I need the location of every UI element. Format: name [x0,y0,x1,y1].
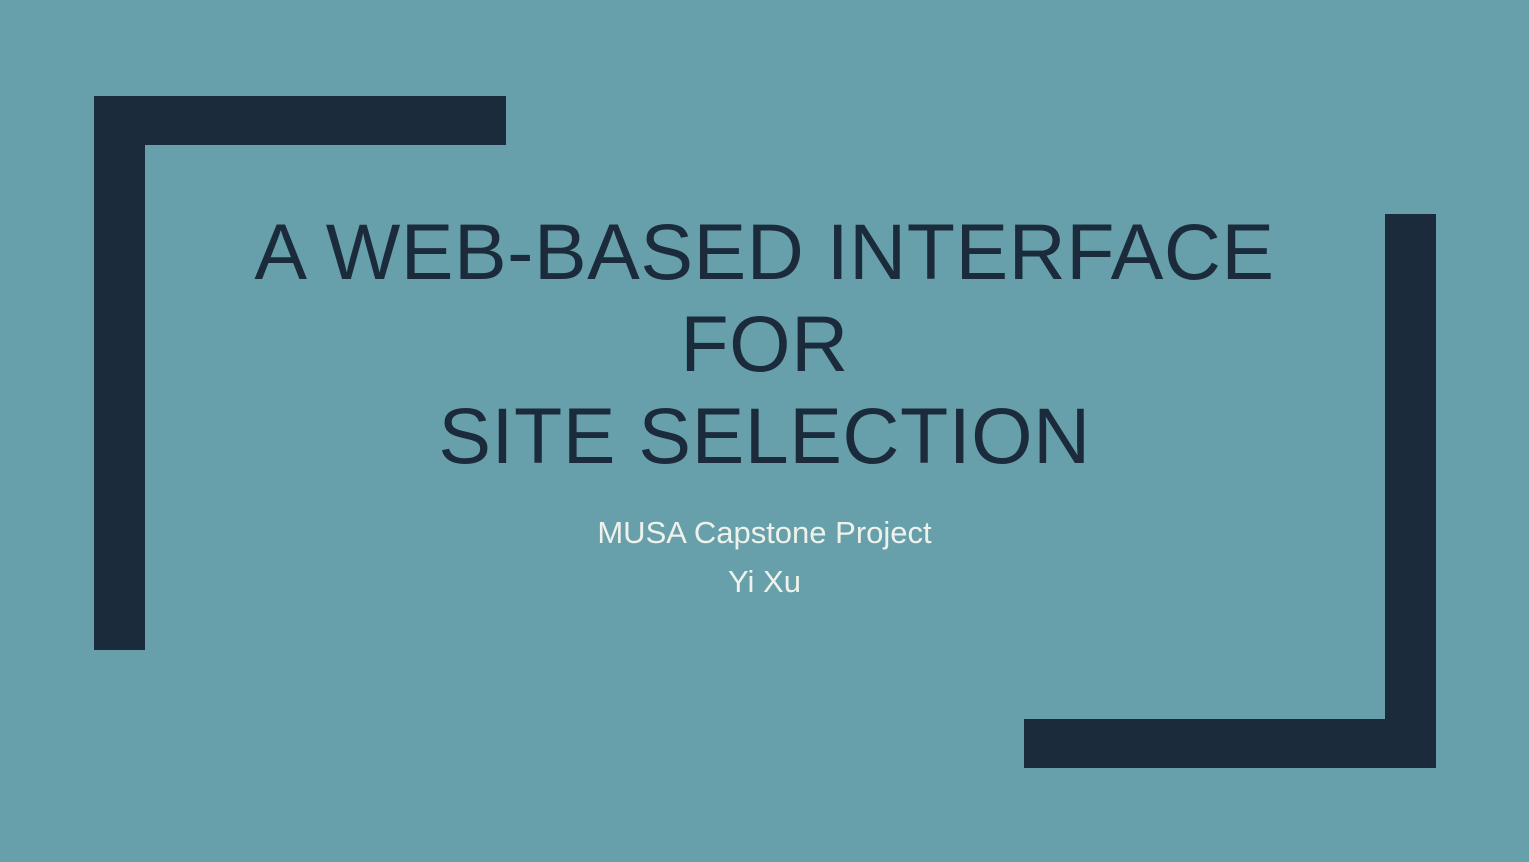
bottom-right-bracket-horizontal [1024,719,1436,768]
subtitle-author: Yi Xu [728,564,801,599]
title-line-3: SITE SELECTION [438,391,1091,480]
top-left-bracket-horizontal [94,96,506,145]
title-line-1: A WEB-BASED INTERFACE [254,207,1275,296]
slide-subtitle: MUSA Capstone Project Yi Xu [400,508,1129,606]
title-slide: A WEB-BASED INTERFACE FOR SITE SELECTION… [0,0,1529,862]
title-line-2: FOR [680,299,849,388]
bottom-right-bracket-vertical [1385,214,1436,768]
subtitle-project: MUSA Capstone Project [597,515,932,550]
slide-title: A WEB-BASED INTERFACE FOR SITE SELECTION [200,206,1329,482]
top-left-bracket-vertical [94,96,145,650]
